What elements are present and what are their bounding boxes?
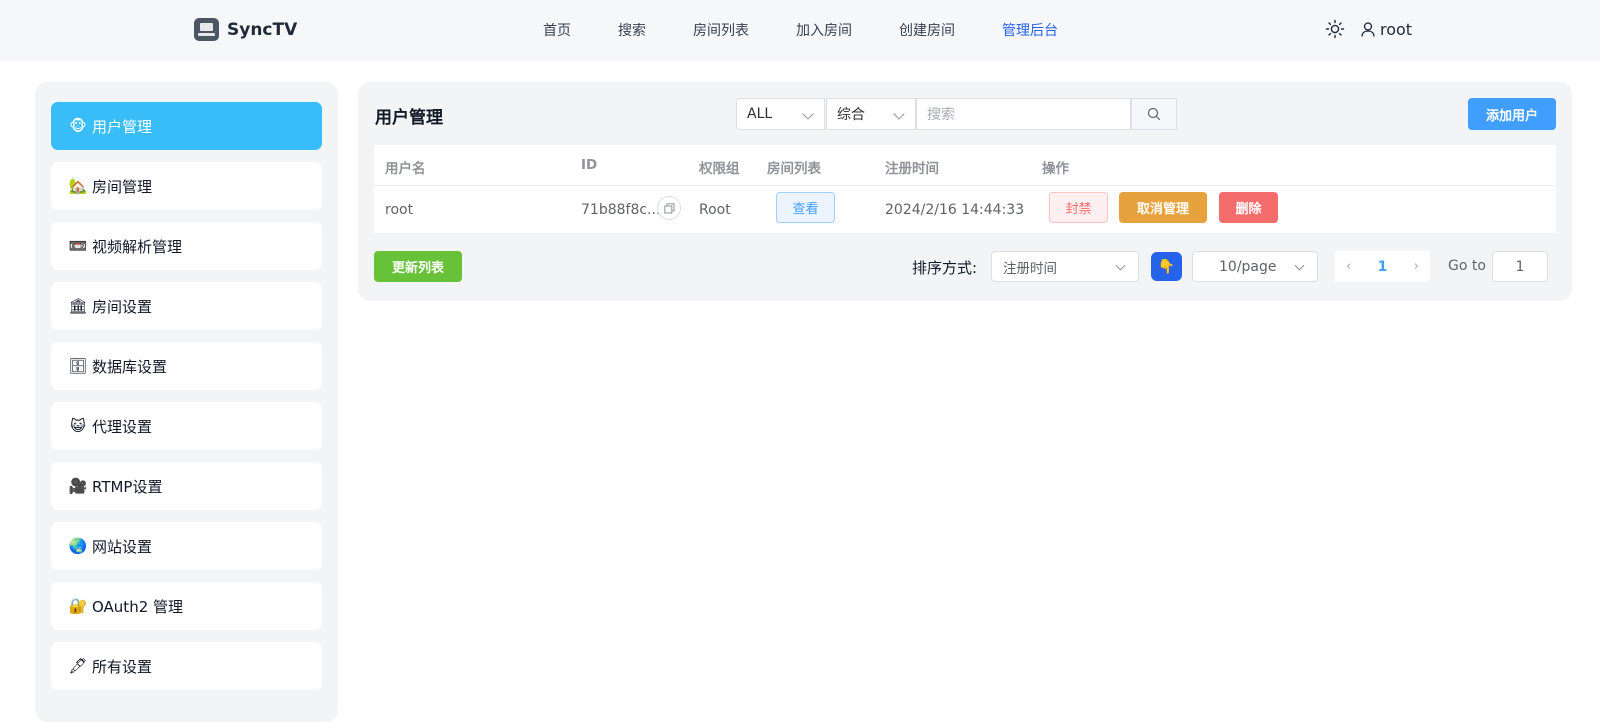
field-filter-select[interactable]: 综合 bbox=[826, 98, 916, 130]
nav-create-room[interactable]: 创建房间 bbox=[899, 20, 955, 40]
file-cabinet-icon: 🗄 bbox=[68, 357, 88, 375]
search-icon bbox=[1147, 107, 1161, 121]
field-filter-value: 综合 bbox=[837, 107, 865, 123]
page-size-value: 10/page bbox=[1219, 258, 1277, 275]
column-header-id: ID bbox=[581, 157, 598, 173]
add-user-button[interactable]: 添加用户 bbox=[1468, 98, 1556, 130]
column-header-role: 权限组 bbox=[699, 161, 740, 177]
sort-field-select[interactable]: 注册时间 bbox=[991, 251, 1139, 282]
sidebar-item-label: 代理设置 bbox=[92, 417, 153, 436]
sort-field-value: 注册时间 bbox=[1003, 260, 1057, 277]
user-management-panel: 用户管理 ALL 综合 搜索 添加用户 用户名 ID 权限组 房间列表 注册时间… bbox=[358, 82, 1572, 301]
sidebar-item-room-settings[interactable]: 🏛 房间设置 bbox=[51, 282, 322, 330]
lock-key-icon: 🔐 bbox=[68, 597, 88, 615]
column-header-actions: 操作 bbox=[1042, 161, 1069, 177]
sidebar-item-label: 数据库设置 bbox=[92, 357, 168, 376]
refresh-list-button[interactable]: 更新列表 bbox=[374, 251, 462, 282]
app-logo[interactable]: SyncTV bbox=[194, 18, 297, 41]
cell-role: Root bbox=[699, 202, 731, 218]
chevron-down-icon bbox=[1294, 260, 1305, 271]
cat-icon: 😺 bbox=[70, 417, 86, 435]
theme-toggle-sun-icon[interactable] bbox=[1325, 19, 1345, 39]
nav-search[interactable]: 搜索 bbox=[618, 20, 646, 40]
column-header-username: 用户名 bbox=[385, 161, 426, 177]
chevron-down-icon bbox=[893, 108, 905, 120]
nav-room-list[interactable]: 房间列表 bbox=[693, 20, 749, 40]
sidebar-item-label: 房间设置 bbox=[92, 297, 153, 316]
sidebar-item-label: 所有设置 bbox=[92, 657, 153, 676]
prev-page-icon[interactable]: ‹ bbox=[1346, 259, 1351, 274]
videocassette-icon: 📼 bbox=[68, 237, 88, 255]
sidebar-item-site[interactable]: 🌏 网站设置 bbox=[51, 522, 322, 570]
role-filter-value: ALL bbox=[747, 106, 773, 122]
sidebar-item-users[interactable]: 🐵 用户管理 bbox=[51, 102, 322, 150]
copy-icon bbox=[663, 202, 674, 213]
ban-button[interactable]: 封禁 bbox=[1049, 192, 1108, 223]
logo-text: SyncTV bbox=[227, 19, 298, 40]
classical-building-icon: 🏛 bbox=[68, 297, 88, 315]
admin-sidebar: 🐵 用户管理 🏡 房间管理 📼 视频解析管理 🏛 房间设置 🗄 数据库设置 😺 … bbox=[35, 82, 338, 722]
sidebar-item-label: 网站设置 bbox=[92, 537, 153, 556]
pagination: ‹ 1 › bbox=[1335, 251, 1430, 282]
column-header-registered: 注册时间 bbox=[885, 161, 939, 177]
sidebar-item-label: 用户管理 bbox=[92, 117, 153, 136]
top-header: SyncTV 首页 搜索 房间列表 加入房间 创建房间 管理后台 root bbox=[0, 0, 1600, 61]
view-rooms-button[interactable]: 查看 bbox=[776, 192, 835, 223]
sidebar-item-rooms[interactable]: 🏡 房间管理 bbox=[51, 162, 322, 210]
cell-registered: 2024/2/16 14:44:33 bbox=[885, 202, 1025, 218]
delete-button[interactable]: 删除 bbox=[1219, 192, 1278, 223]
sidebar-item-rtmp[interactable]: 🎥 RTMP设置 bbox=[51, 462, 322, 510]
globe-icon: 🌏 bbox=[68, 537, 88, 555]
copy-id-button[interactable] bbox=[657, 196, 681, 220]
page-title: 用户管理 bbox=[375, 108, 443, 128]
main-nav: 首页 搜索 房间列表 加入房间 创建房间 管理后台 bbox=[543, 20, 1105, 40]
user-name: root bbox=[1380, 19, 1413, 39]
user-icon bbox=[1361, 21, 1375, 37]
sidebar-item-all-settings[interactable]: 🖋 所有设置 bbox=[51, 642, 322, 690]
current-page[interactable]: 1 bbox=[1378, 259, 1388, 275]
nav-admin[interactable]: 管理后台 bbox=[1002, 20, 1058, 40]
header-actions: root bbox=[1325, 19, 1412, 39]
tv-logo-icon bbox=[194, 18, 219, 41]
sort-label: 排序方式: bbox=[912, 259, 978, 277]
column-header-rooms: 房间列表 bbox=[767, 161, 821, 177]
sidebar-item-proxy[interactable]: 😺 代理设置 bbox=[51, 402, 322, 450]
cell-id: 71b88f8c... bbox=[581, 202, 661, 218]
chevron-down-icon bbox=[1115, 260, 1126, 271]
role-filter-select[interactable]: ALL bbox=[736, 98, 825, 130]
page-size-select[interactable]: 10/page bbox=[1192, 251, 1318, 282]
sidebar-item-label: OAuth2 管理 bbox=[92, 597, 184, 616]
pointing-down-icon: 👇 bbox=[1157, 258, 1176, 275]
sidebar-item-label: RTMP设置 bbox=[92, 477, 163, 496]
users-table: 用户名 ID 权限组 房间列表 注册时间 操作 root 71b88f8c...… bbox=[374, 145, 1556, 233]
search-button[interactable] bbox=[1131, 98, 1177, 130]
header-divider bbox=[374, 185, 1556, 186]
sidebar-item-database[interactable]: 🗄 数据库设置 bbox=[51, 342, 322, 390]
sort-order-button[interactable]: 👇 bbox=[1151, 252, 1182, 281]
revoke-admin-button[interactable]: 取消管理 bbox=[1119, 192, 1207, 223]
house-icon: 🏡 bbox=[68, 177, 88, 195]
goto-label: Go to bbox=[1448, 258, 1486, 274]
sidebar-item-label: 视频解析管理 bbox=[92, 237, 183, 256]
chevron-down-icon bbox=[802, 108, 814, 120]
sidebar-item-video-parse[interactable]: 📼 视频解析管理 bbox=[51, 222, 322, 270]
next-page-icon[interactable]: › bbox=[1414, 259, 1419, 274]
search-input[interactable]: 搜索 bbox=[916, 98, 1131, 130]
user-menu[interactable]: root bbox=[1361, 20, 1412, 39]
search-placeholder: 搜索 bbox=[927, 107, 955, 123]
nav-join-room[interactable]: 加入房间 bbox=[796, 20, 852, 40]
monkey-icon: 🐵 bbox=[69, 117, 87, 135]
sidebar-item-label: 房间管理 bbox=[92, 177, 153, 196]
cell-username: root bbox=[385, 202, 414, 218]
nav-home[interactable]: 首页 bbox=[543, 20, 571, 40]
sidebar-item-oauth2[interactable]: 🔐 OAuth2 管理 bbox=[51, 582, 322, 630]
pen-icon: 🖋 bbox=[68, 657, 88, 675]
movie-camera-icon: 🎥 bbox=[68, 477, 88, 495]
goto-page-input[interactable]: 1 bbox=[1492, 251, 1548, 282]
